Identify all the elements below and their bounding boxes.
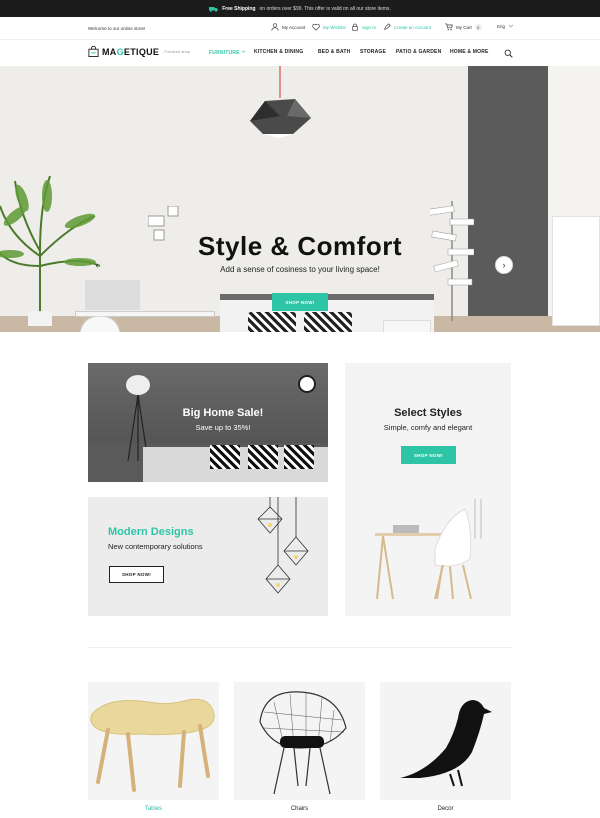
cushion-illustration: [210, 445, 240, 469]
nightstand-illustration: [383, 320, 431, 332]
logo-suffix: ETIQUE: [123, 46, 160, 57]
hero-backdrop-stone-wall: [468, 66, 548, 332]
nav-furniture[interactable]: FURNITURE: [209, 49, 246, 56]
nav-kitchen-dining-label: KITCHEN & DINING: [254, 49, 304, 55]
modern-banner-subtitle: New contemporary solutions: [108, 542, 203, 551]
geometric-pendant-lamps-illustration: [257, 497, 309, 594]
modern-banner-title: Modern Designs: [108, 526, 194, 538]
wishlist-label: My Wishlist: [323, 24, 346, 30]
wishlist-link[interactable]: My Wishlist: [312, 23, 346, 31]
wire-chair-icon: [259, 691, 347, 795]
my-account-link[interactable]: My Account: [271, 23, 305, 31]
truck-icon: [209, 6, 219, 12]
create-account-link[interactable]: Create an Account: [383, 23, 431, 31]
nav-kitchen-dining[interactable]: KITCHEN & DINING: [254, 49, 303, 55]
nav-storage-label: STORAGE: [360, 49, 387, 55]
nav-patio-garden-label: PATIO & GARDEN: [396, 49, 442, 55]
cart-count-badge: 0: [474, 23, 482, 31]
pillow-illustration: [304, 312, 352, 332]
shipping-announcement-bar: Free Shipping on orders over $99. This o…: [0, 0, 600, 17]
shipping-message: on orders over $99. This offer is valid …: [259, 5, 391, 12]
desk-and-chair-illustration: [375, 499, 482, 599]
category-card-chairs[interactable]: [234, 682, 365, 800]
language-label: Eng: [497, 23, 506, 29]
slider-prev-arrow[interactable]: ‹: [88, 256, 106, 274]
styles-banner-subtitle: Simple, comfy and elegant: [383, 423, 473, 432]
category-label-decor[interactable]: Decor: [380, 806, 511, 812]
store-logo[interactable]: MAGETIQUE Furniture shop: [88, 46, 190, 57]
category-card-decor[interactable]: [380, 682, 511, 800]
modern-designs-banner: Modern Designs New contemporary solution…: [88, 497, 328, 616]
sign-in-label: Sign In: [362, 24, 377, 30]
heart-icon: [312, 23, 320, 31]
utility-bar: Welcome to our online store! My Account …: [0, 17, 600, 40]
pendant-lamp-illustration: [250, 66, 311, 138]
chevron-down-icon: [241, 50, 245, 53]
nav-home-more-label: HOME & MORE: [450, 49, 489, 55]
modern-shop-now-button[interactable]: SHOP NOW!: [109, 566, 164, 583]
user-icon: [271, 23, 279, 31]
cart-icon: [445, 23, 453, 31]
nav-storage[interactable]: STORAGE: [360, 49, 386, 55]
main-header: MAGETIQUE Furniture shop FURNITURE KITCH…: [0, 40, 600, 66]
search-icon[interactable]: [504, 49, 513, 58]
lock-icon: [352, 23, 358, 31]
logo-highlight: G: [116, 46, 124, 57]
section-divider: [88, 647, 512, 648]
logo-wordmark: MAGETIQUE: [102, 47, 159, 57]
big-home-sale-banner[interactable]: Big Home Sale! Save up to 35%!: [88, 363, 328, 482]
bird-figure-icon: [400, 700, 492, 787]
styles-banner-title: Select Styles: [394, 407, 462, 419]
hero-shop-now-button[interactable]: SHOP NOW!: [272, 293, 328, 311]
my-account-label: My Account: [282, 24, 306, 30]
shipping-highlight: Free Shipping: [222, 5, 256, 12]
cushion-illustration: [284, 445, 314, 469]
desk-shelf-illustration: [85, 280, 140, 310]
logo-tagline: Furniture shop: [164, 49, 191, 54]
pillow-illustration: [248, 312, 296, 332]
cart-label: My Cart: [456, 24, 472, 30]
category-card-tables[interactable]: [88, 682, 219, 800]
nav-furniture-label: FURNITURE: [209, 50, 240, 56]
hero-slider: Style & Comfort Add a sense of cosiness …: [0, 66, 600, 332]
cart-link[interactable]: My Cart 0: [445, 23, 482, 31]
shopping-bag-logo-icon: [88, 46, 99, 57]
nav-bed-bath-label: BED & BATH: [318, 49, 351, 55]
styles-shop-now-button[interactable]: SHOP NOW!: [401, 446, 456, 464]
sale-banner-title: Big Home Sale!: [182, 407, 264, 419]
welcome-text: Welcome to our online store!: [88, 26, 146, 31]
select-styles-banner: Select Styles Simple, comfy and elegant …: [345, 363, 511, 616]
chevron-down-icon: [509, 24, 514, 28]
cushion-illustration: [248, 445, 278, 469]
pencil-icon: [384, 23, 391, 30]
sign-in-link[interactable]: Sign In: [351, 23, 376, 31]
wall-clock-illustration: [298, 375, 316, 393]
category-label-tables[interactable]: Tables: [88, 806, 219, 812]
nav-patio-garden[interactable]: PATIO & GARDEN: [396, 49, 441, 55]
language-selector[interactable]: Eng: [497, 23, 514, 29]
nav-home-more[interactable]: HOME & MORE: [450, 49, 489, 55]
slider-next-arrow[interactable]: ›: [495, 256, 513, 274]
sale-banner-subtitle: Save up to 35%!: [195, 423, 251, 432]
nav-bed-bath[interactable]: BED & BATH: [318, 49, 350, 55]
table-icon: [90, 698, 215, 792]
create-account-label: Create an Account: [394, 24, 432, 30]
logo-prefix: MA: [102, 46, 117, 57]
category-label-chairs[interactable]: Chairs: [234, 806, 365, 812]
